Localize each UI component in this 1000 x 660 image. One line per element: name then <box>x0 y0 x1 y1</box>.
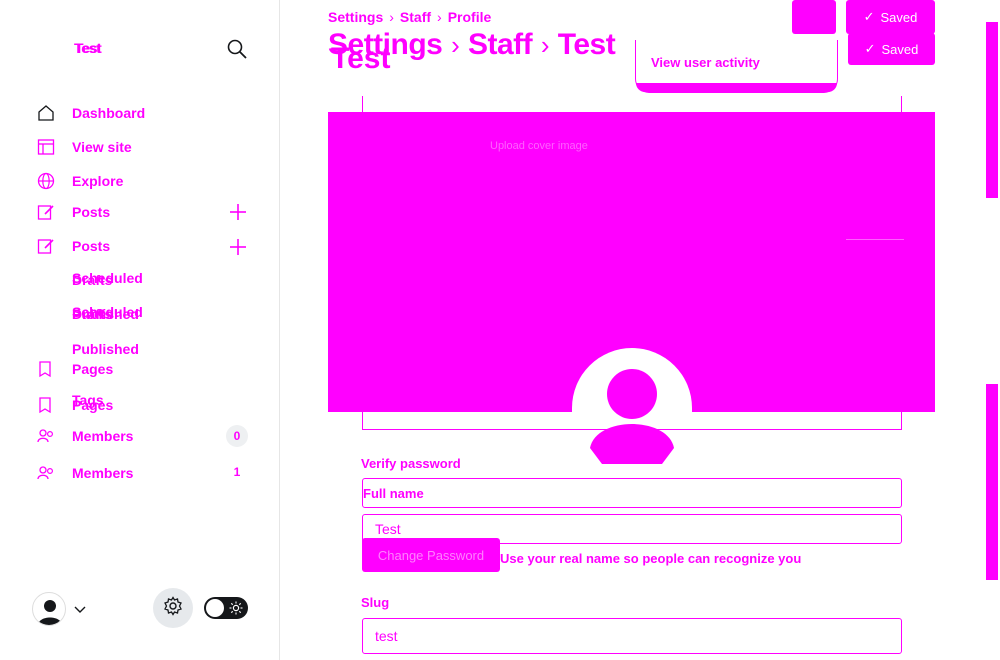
scrollbar[interactable] <box>986 0 1000 660</box>
breadcrumb-separator: › <box>389 9 394 25</box>
nav-tags[interactable]: Tags <box>72 392 104 408</box>
nav-label: View site <box>72 139 132 155</box>
page-icon <box>36 359 56 379</box>
dropdown-bottom-bar <box>636 83 837 92</box>
title-staff[interactable]: Staff <box>468 28 533 61</box>
nav-label: Explore <box>72 173 124 189</box>
new-post-plus-icon-2[interactable] <box>228 237 248 257</box>
save-button[interactable]: ✓ Saved <box>846 0 935 34</box>
scrollbar-thumb[interactable] <box>986 22 998 198</box>
nav-members[interactable]: Members <box>36 424 133 448</box>
nav-explore[interactable]: Explore <box>36 169 123 193</box>
verify-password-label: Verify password <box>361 456 461 471</box>
gear-icon <box>163 595 183 621</box>
full-name-field-box[interactable]: Full name <box>362 478 902 508</box>
sun-icon <box>229 601 243 615</box>
members-icon <box>36 426 56 446</box>
members-icon <box>36 463 56 483</box>
title-user: Test <box>557 28 616 61</box>
nav-label: Members <box>72 465 134 481</box>
breadcrumb-profile: Profile <box>447 9 492 25</box>
member-count-badge: 0 <box>226 425 248 447</box>
layout-icon <box>36 137 56 157</box>
nav-label: Pages <box>72 361 114 377</box>
nav-posts-duplicate[interactable]: Posts <box>36 234 110 258</box>
cover-faint-text: Upload cover image <box>490 140 588 152</box>
nav-sub-scheduled-2[interactable]: Scheduled <box>72 304 143 320</box>
breadcrumb-staff[interactable]: Staff <box>400 9 431 25</box>
nav-members-duplicate[interactable]: Members <box>36 461 133 485</box>
member-count-badge-2: 1 <box>233 465 241 479</box>
globe-icon <box>36 171 56 191</box>
title-separator: › <box>534 30 556 60</box>
actions-menu-button[interactable] <box>792 0 836 34</box>
save-button-label: Saved <box>881 41 919 57</box>
save-button-label: Saved <box>880 9 918 25</box>
slug-input[interactable]: test <box>362 618 902 654</box>
change-password-button[interactable]: Change Password <box>362 538 500 572</box>
nav-posts[interactable]: Posts <box>36 200 110 224</box>
check-icon: ✓ <box>863 9 875 24</box>
breadcrumb-settings[interactable]: Settings <box>328 9 383 25</box>
search-icon[interactable] <box>226 38 248 60</box>
breadcrumb-separator: › <box>437 9 442 25</box>
cover-divider <box>846 239 904 240</box>
nav-label: Posts <box>72 238 111 254</box>
settings-gear-button[interactable] <box>153 588 193 628</box>
toggle-knob <box>206 599 224 617</box>
pencil-icon <box>36 236 56 256</box>
home-icon <box>36 103 56 123</box>
site-brand[interactable]: Test <box>74 40 101 56</box>
actions-dropdown: View user activity <box>635 40 838 93</box>
full-name-label: Full name <box>363 485 424 501</box>
slug-label: Slug <box>361 595 390 610</box>
check-icon: ✓ <box>864 41 876 56</box>
nav-sub-scheduled[interactable]: Scheduled <box>72 270 143 286</box>
view-user-activity-item[interactable]: View user activity <box>651 55 760 70</box>
scrollbar-thumb[interactable] <box>986 384 998 580</box>
full-name-hint: Use your real name so people can recogni… <box>500 551 802 566</box>
page-icon <box>36 395 56 415</box>
nav-sub-published-2[interactable]: Published <box>72 341 139 357</box>
sidebar: Test Dashboard View site Explore Posts P… <box>0 0 280 660</box>
nav-dashboard[interactable]: Dashboard <box>36 101 145 125</box>
nav-pages[interactable]: Pages <box>36 357 113 381</box>
chevron-down-icon[interactable] <box>74 602 86 614</box>
user-avatar-icon[interactable] <box>32 592 66 626</box>
breadcrumb: Settings › Staff › Profile <box>328 9 491 25</box>
nav-view-site[interactable]: View site <box>36 135 132 159</box>
nav-label: Dashboard <box>72 105 146 121</box>
card-frame <box>362 96 902 112</box>
nav-label: Posts <box>72 204 111 220</box>
theme-toggle[interactable] <box>204 597 248 619</box>
nav-label: Members <box>72 428 134 444</box>
page-title-overlap: Test <box>331 42 391 75</box>
pencil-icon <box>36 202 56 222</box>
main-content: Settings › Staff › Profile Settings › St… <box>281 0 986 660</box>
new-post-plus-icon[interactable] <box>228 202 248 222</box>
title-separator: › <box>444 30 466 60</box>
profile-avatar[interactable] <box>572 348 692 468</box>
save-button-duplicate[interactable]: ✓ Saved <box>848 33 935 65</box>
